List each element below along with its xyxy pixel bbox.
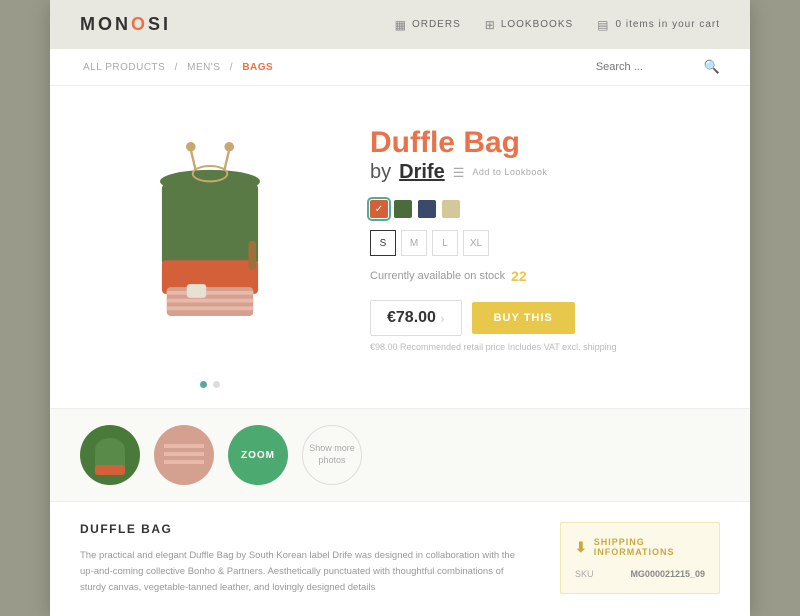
swatch-checkmark: ✓ [370, 200, 388, 218]
cart-icon: ▤ [597, 18, 609, 32]
price-value: €78.00 [387, 309, 436, 327]
size-options: S M L XL [370, 230, 720, 256]
cart-nav[interactable]: ▤ 0 items in your cart [597, 18, 720, 32]
page-wrapper: MONOSI ▦ ORDERS ⊞ LOOKBOOKS ▤ 0 items in… [50, 0, 750, 616]
size-l[interactable]: L [432, 230, 458, 256]
shipping-box: ⬇ SHIPPING INFORMATIONS SKU MG000021215_… [560, 522, 720, 594]
swatch-tan[interactable] [442, 200, 460, 218]
lookbooks-label: LOOKBOOKS [501, 19, 573, 30]
header: MONOSI ▦ ORDERS ⊞ LOOKBOOKS ▤ 0 items in… [50, 0, 750, 49]
dot-1[interactable] [200, 381, 207, 388]
breadcrumb-all-products[interactable]: ALL PRODUCTS [83, 62, 165, 73]
price-note: €98.00 Recommended retail price Includes… [370, 341, 720, 354]
size-m[interactable]: M [401, 230, 427, 256]
product-details: Duffle Bag by Drife ☰ Add to Lookbook ✓ … [370, 116, 720, 388]
dot-2[interactable] [213, 381, 220, 388]
orders-label: ORDERS [412, 19, 461, 30]
orders-icon: ▦ [395, 18, 407, 32]
size-s[interactable]: S [370, 230, 396, 256]
shipping-header: ⬇ SHIPPING INFORMATIONS [575, 537, 705, 557]
lookbooks-icon: ⊞ [485, 18, 496, 32]
product-image [110, 116, 310, 366]
nav-items: ▦ ORDERS ⊞ LOOKBOOKS ▤ 0 items in your c… [395, 18, 720, 32]
breadcrumb: ALL PRODUCTS / MEN'S / BAGS [80, 62, 276, 73]
lookbook-link[interactable]: Add to Lookbook [472, 167, 547, 178]
shipping-icon: ⬇ [575, 539, 588, 556]
thumb2-img [159, 430, 209, 480]
swatch-orange[interactable]: ✓ [370, 200, 388, 218]
product-title: Duffle Bag [370, 126, 720, 159]
breadcrumb-separator1: / [175, 62, 182, 73]
sku-row: SKU MG000021215_09 [575, 569, 705, 579]
description-title: DUFFLE BAG [80, 522, 530, 536]
breadcrumb-separator2: / [230, 62, 237, 73]
thumbnail-1[interactable] [80, 425, 140, 485]
product-description: DUFFLE BAG The practical and elegant Duf… [80, 522, 530, 596]
brand-name[interactable]: Drife [399, 161, 445, 184]
by-label: by [370, 161, 391, 184]
search-icon[interactable]: 🔍 [704, 59, 720, 75]
shipping-title: SHIPPING INFORMATIONS [594, 537, 705, 557]
logo: MONOSI [80, 14, 171, 35]
product-by: by Drife ☰ Add to Lookbook [370, 161, 720, 184]
swatch-green[interactable] [394, 200, 412, 218]
stock-label: Currently available on stock [370, 270, 505, 282]
stock-number: 22 [511, 268, 527, 284]
sku-value: MG000021215_09 [630, 569, 705, 579]
search-input[interactable] [596, 61, 696, 73]
sku-label: SKU [575, 569, 594, 579]
buy-button[interactable]: BUY THIS [472, 302, 575, 334]
cart-text: 0 items in your cart [616, 19, 720, 30]
search-bar: 🔍 [596, 59, 720, 75]
description-text: The practical and elegant Duffle Bag by … [80, 548, 530, 596]
thumbnail-2[interactable] [154, 425, 214, 485]
price-badge: €78.00 › [370, 300, 462, 336]
color-swatches: ✓ [370, 200, 720, 218]
price-section: €78.00 › BUY THIS [370, 300, 720, 336]
pagination-dots [200, 381, 220, 388]
main-content: Duffle Bag by Drife ☰ Add to Lookbook ✓ … [50, 86, 750, 408]
swatch-navy[interactable] [418, 200, 436, 218]
zoom-button[interactable]: ZOOM [228, 425, 288, 485]
breadcrumb-mens[interactable]: MEN'S [187, 62, 220, 73]
size-xl[interactable]: XL [463, 230, 489, 256]
bottom-section: DUFFLE BAG The practical and elegant Duf… [50, 501, 750, 616]
breadcrumb-bags[interactable]: BAGS [242, 62, 273, 73]
thumb1-img [85, 430, 135, 480]
product-image-section [80, 116, 340, 388]
stock-info: Currently available on stock 22 [370, 268, 720, 284]
sub-header: ALL PRODUCTS / MEN'S / BAGS 🔍 [50, 49, 750, 86]
orders-nav[interactable]: ▦ ORDERS [395, 18, 461, 32]
price-arrow: › [440, 310, 445, 326]
lookbooks-nav[interactable]: ⊞ LOOKBOOKS [485, 18, 573, 32]
more-photos-button[interactable]: Show more photos [302, 425, 362, 485]
bag-illustration [110, 116, 310, 366]
lookbook-icon: ☰ [453, 165, 465, 181]
thumbnails-section: ZOOM Show more photos [50, 408, 750, 501]
